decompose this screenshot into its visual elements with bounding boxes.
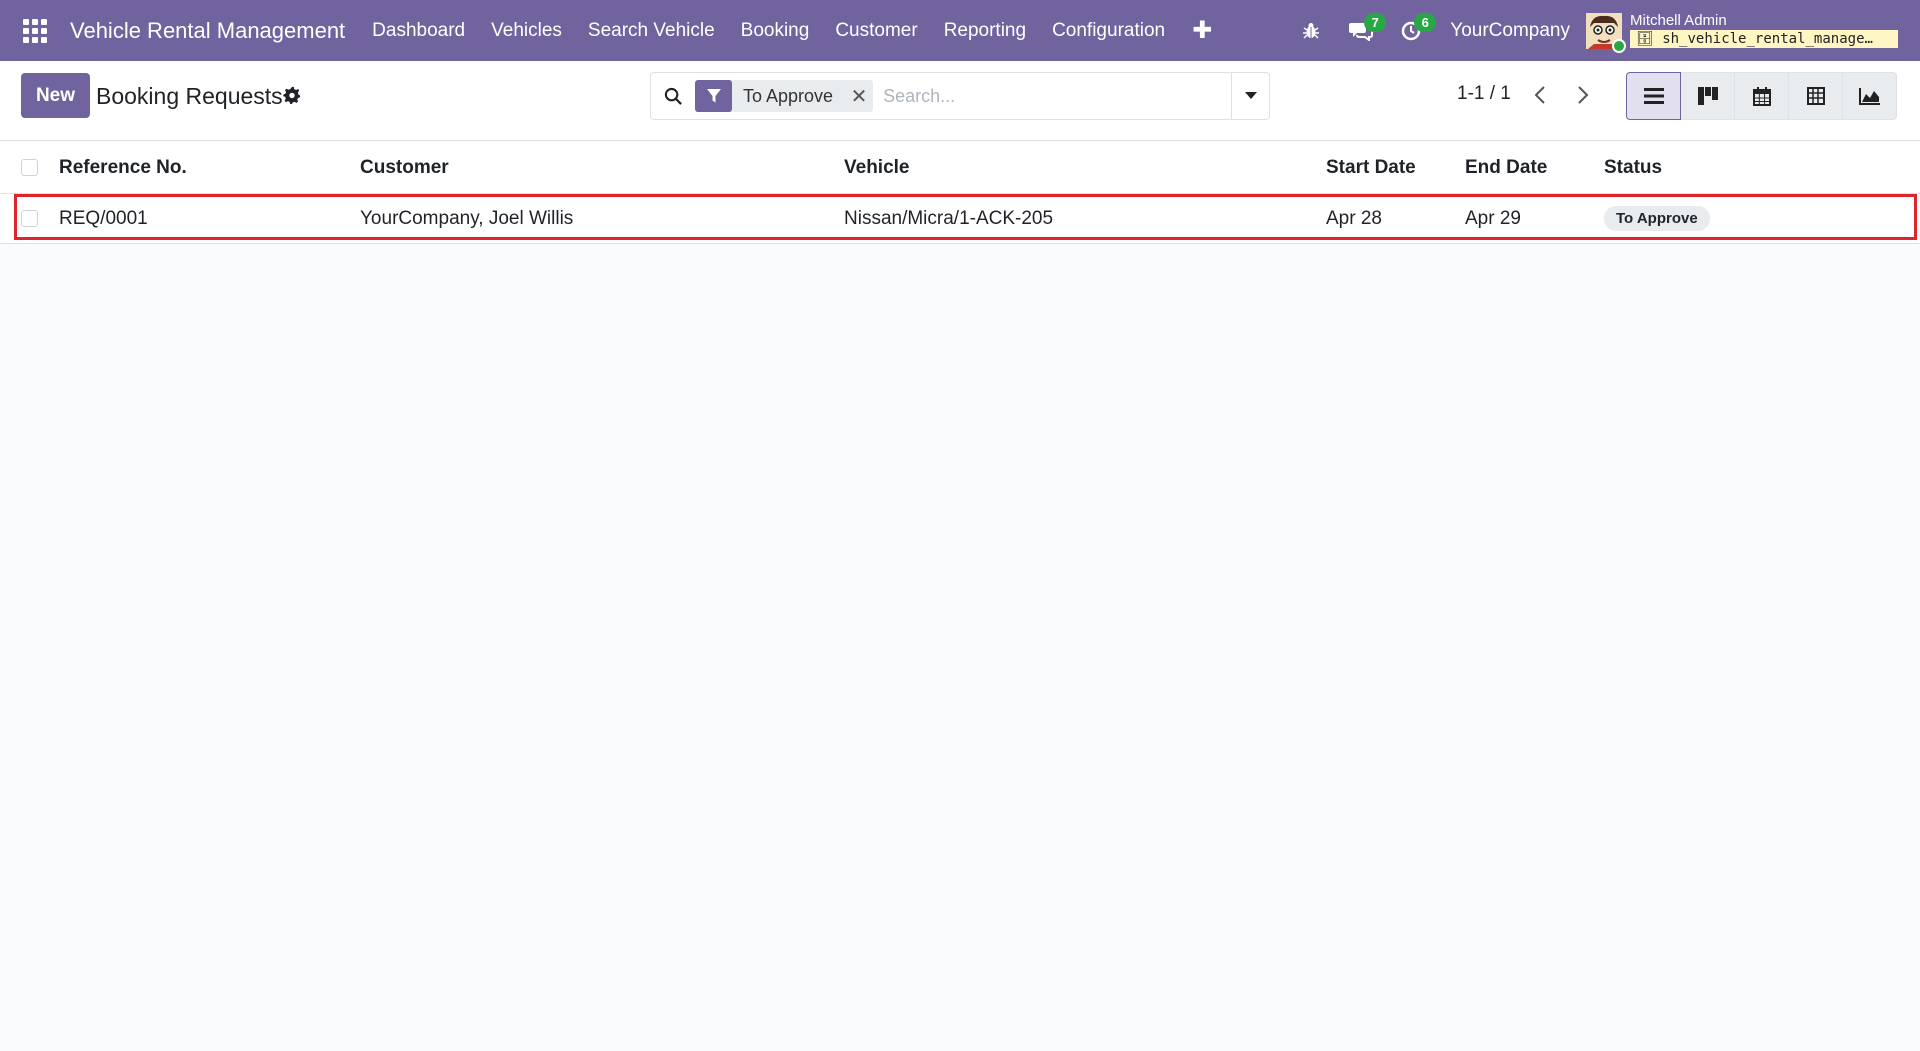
booking-requests-list: Reference No. Customer Vehicle Start Dat… (0, 142, 1920, 244)
cell-reference: REQ/0001 (59, 207, 148, 229)
pivot-view-button[interactable] (1788, 72, 1843, 120)
view-switcher (1626, 72, 1897, 120)
column-reference[interactable]: Reference No. (59, 157, 360, 179)
pager-next-button[interactable] (1568, 77, 1598, 113)
menu-dashboard[interactable]: Dashboard (359, 20, 478, 42)
facet-remove-icon[interactable]: ✕ (845, 84, 873, 109)
graph-view-button[interactable] (1842, 72, 1897, 120)
calendar-icon (1752, 86, 1771, 106)
pager-previous-button[interactable] (1525, 77, 1555, 113)
table-row[interactable]: REQ/0001 YourCompany, Joel Willis Nissan… (0, 194, 1920, 244)
user-menu[interactable]: Mitchell Admin 🗄 sh_vehicle_rental_manag… (1630, 13, 1898, 48)
gear-icon[interactable] (283, 86, 303, 106)
company-switcher[interactable]: YourCompany (1436, 20, 1586, 42)
apps-menu-icon[interactable] (0, 0, 70, 61)
menu-reporting[interactable]: Reporting (931, 20, 1039, 42)
list-view-button[interactable] (1626, 72, 1681, 120)
select-all-checkbox[interactable] (21, 159, 38, 176)
messages-badge: 7 (1364, 13, 1387, 32)
bug-icon[interactable] (1286, 0, 1336, 61)
column-customer[interactable]: Customer (360, 157, 844, 179)
menu-vehicles[interactable]: Vehicles (478, 20, 575, 42)
cell-end-date: Apr 29 (1465, 207, 1521, 229)
plus-icon[interactable]: ✚ (1178, 16, 1226, 45)
filter-icon (695, 80, 732, 112)
column-start-date[interactable]: Start Date (1326, 157, 1465, 179)
caret-down-icon (1244, 92, 1257, 99)
column-status[interactable]: Status (1604, 157, 1854, 179)
menu-booking[interactable]: Booking (728, 20, 823, 42)
online-status-icon (1612, 38, 1626, 53)
user-avatar[interactable] (1586, 12, 1626, 53)
row-checkbox[interactable] (21, 210, 38, 227)
kanban-icon (1697, 87, 1718, 105)
cell-customer: YourCompany, Joel Willis (360, 207, 574, 229)
page-title: Booking Requests (96, 83, 283, 109)
control-panel: New Booking Requests To Approve ✕ 1-1 / … (0, 61, 1920, 141)
activity-clock-icon[interactable]: 6 (1386, 0, 1437, 61)
calendar-view-button[interactable] (1734, 72, 1789, 120)
new-button[interactable]: New (21, 73, 90, 118)
database-name: 🗄 sh_vehicle_rental_manage… (1630, 30, 1898, 48)
list-header: Reference No. Customer Vehicle Start Dat… (0, 142, 1920, 194)
cell-start-date: Apr 28 (1326, 207, 1382, 229)
table-icon (1806, 87, 1825, 105)
activities-badge: 6 (1414, 13, 1437, 32)
area-chart-icon (1858, 88, 1880, 105)
menu-search-vehicle[interactable]: Search Vehicle (575, 20, 728, 42)
column-vehicle[interactable]: Vehicle (844, 157, 1326, 179)
search-options-toggle[interactable] (1231, 73, 1269, 119)
chevron-left-icon (1534, 86, 1545, 104)
list-icon (1643, 88, 1664, 104)
user-name: Mitchell Admin (1630, 12, 1727, 29)
database-icon: 🗄 (1636, 31, 1663, 47)
search-input[interactable] (883, 76, 1231, 116)
kanban-view-button[interactable] (1680, 72, 1735, 120)
pager-value[interactable]: 1-1 / 1 (1457, 83, 1511, 105)
menu-customer[interactable]: Customer (822, 20, 930, 42)
top-navbar: Vehicle Rental Management Dashboard Vehi… (0, 0, 1920, 61)
facet-label: To Approve (743, 85, 834, 106)
menu-configuration[interactable]: Configuration (1039, 20, 1178, 42)
status-badge: To Approve (1604, 206, 1710, 231)
messages-icon[interactable]: 7 (1336, 0, 1387, 61)
cell-vehicle: Nissan/Micra/1-ACK-205 (844, 207, 1054, 229)
database-label: sh_vehicle_rental_manage… (1662, 31, 1873, 47)
search-icon[interactable] (651, 87, 695, 106)
search-bar: To Approve ✕ (650, 72, 1270, 120)
chevron-right-icon (1578, 86, 1589, 104)
search-facet: To Approve ✕ (695, 80, 874, 112)
column-end-date[interactable]: End Date (1465, 157, 1604, 179)
app-brand[interactable]: Vehicle Rental Management (70, 18, 345, 44)
